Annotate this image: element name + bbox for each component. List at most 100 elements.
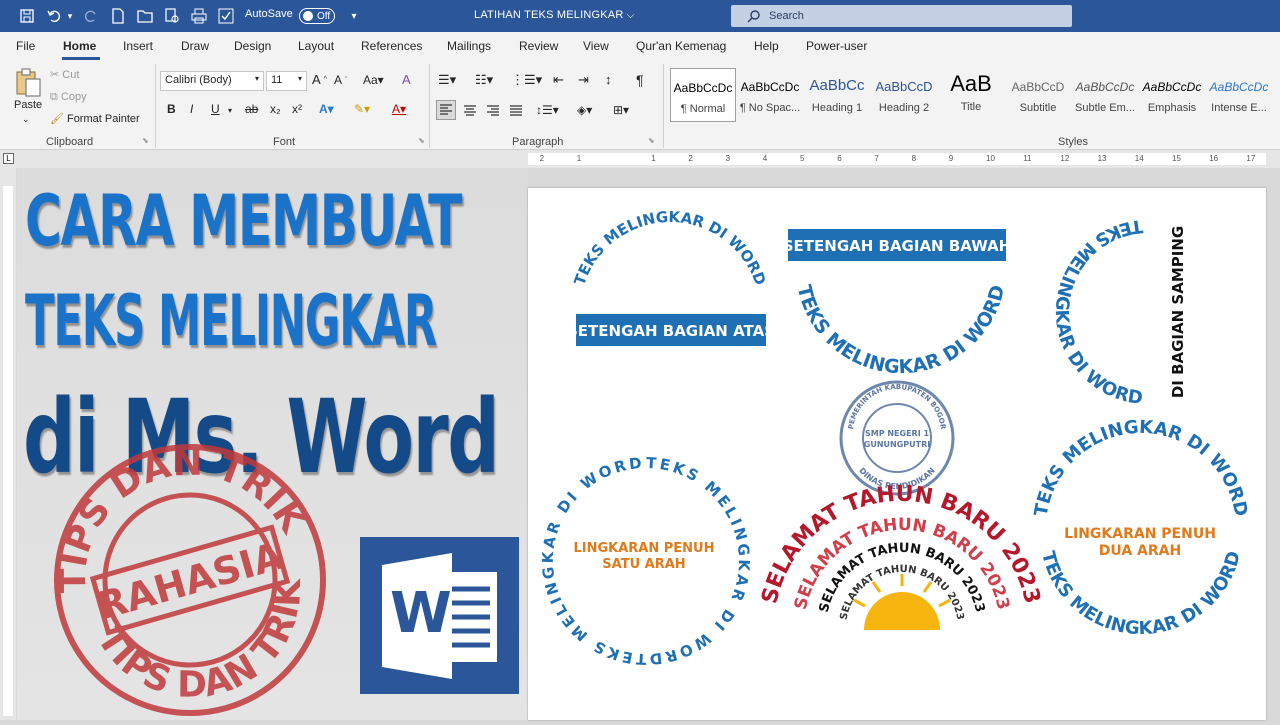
line-spacing-icon[interactable]: ↕☰▾ [536,103,559,117]
font-color-icon[interactable]: A▾ [392,102,406,116]
copy-button[interactable]: ⧉ Copy [50,91,87,104]
increase-indent-icon[interactable]: ⇥ [578,72,589,88]
justify-icon[interactable] [507,102,525,120]
circle-two-bottom-text[interactable]: TEKS MELINGKAR DI WORD [1037,549,1245,639]
circle-two-top-text[interactable]: TEKS MELINGKAR DI WORD [1031,417,1252,518]
style-subtle-emphasis[interactable]: AaBbCcDc Subtle Em... [1072,68,1138,122]
arc-bottom-text[interactable]: TEKS MELINGKAR DI WORD [793,283,1010,379]
tab-file[interactable]: File [16,39,35,53]
arc-top-text[interactable]: TEKS MELINGKAR DI WORD [570,208,769,288]
vertical-ruler[interactable] [0,168,16,720]
new-doc-icon[interactable] [108,6,128,26]
format-painter-button[interactable]: 🖌 Format Painter [50,112,140,126]
tab-layout[interactable]: Layout [298,39,334,53]
undo-dropdown-icon[interactable]: ▾ [64,6,76,26]
style-heading-2[interactable]: AaBbCcD Heading 2 [871,68,937,122]
headline-line-2: TEKS MELINGKAR [25,280,437,362]
open-icon[interactable] [135,6,155,26]
style-intense-emphasis[interactable]: AaBbCcDc Intense E... [1206,68,1272,122]
tab-insert[interactable]: Insert [123,39,153,53]
autosave-toggle[interactable]: Off [299,8,335,24]
circle-two-label-1[interactable]: LINGKARAN PENUH [1064,526,1216,542]
numbering-icon[interactable]: ☷▾ [475,72,493,88]
style-name: Subtle Em... [1075,102,1135,114]
shrink-font-icon[interactable]: Aˇ [334,73,347,87]
font-size-select[interactable]: 11 ▾ [266,71,307,91]
tab-review[interactable]: Review [519,39,558,53]
underline-button[interactable]: U [211,102,220,116]
highlight-icon[interactable]: ✎▾ [354,102,370,116]
paste-icon[interactable] [14,68,42,98]
clipboard-group-label: Clipboard [46,136,94,148]
arc-side-label[interactable]: DI BAGIAN SAMPING [1169,226,1187,398]
tab-draw[interactable]: Draw [181,39,209,53]
subscript-button[interactable]: x₂ [270,102,281,116]
style-title[interactable]: AaB Title [938,68,1004,122]
ruler-mark: 12 [1060,154,1070,163]
check-icon[interactable] [216,6,236,26]
tab-references[interactable]: References [361,39,422,53]
paste-button[interactable]: Paste [14,99,42,111]
school-seal[interactable]: PEMERINTAH KABUPATEN BOGOR DINAS PENDIDI… [839,380,955,496]
tab-design[interactable]: Design [234,39,271,53]
bold-button[interactable]: B [167,102,176,116]
style-subtitle[interactable]: AaBbCcD Subtitle [1005,68,1071,122]
strikethrough-button[interactable]: ab [245,102,258,116]
text-effects-icon[interactable]: A▾ [319,102,334,116]
arc-side-text[interactable]: TEKS MELINGKAR DI WORD [1051,215,1144,409]
tab-selector-icon[interactable]: L [3,153,14,164]
style-heading-1[interactable]: AaBbCc Heading 1 [804,68,870,122]
tab-view[interactable]: View [583,39,609,53]
tab-help[interactable]: Help [754,39,779,53]
save-icon[interactable] [17,6,37,26]
decrease-indent-icon[interactable]: ⇤ [553,72,564,88]
align-left-button[interactable] [436,100,456,120]
redo-icon[interactable] [81,6,101,26]
paste-dropdown-icon[interactable]: ⌄ [22,114,30,125]
italic-button[interactable]: I [190,102,193,116]
superscript-button[interactable]: x² [292,102,302,116]
cut-button[interactable]: ✂ Cut [50,68,79,81]
arc-top-label[interactable]: SETENGAH BAGIAN ATAS [567,322,775,340]
font-launcher-icon[interactable]: ⬊ [418,136,425,145]
sort-icon[interactable]: ↕ [605,72,612,87]
font-name-select[interactable]: Calibri (Body) ▾ [160,71,264,91]
change-case-icon[interactable]: Aa▾ [363,73,384,87]
circle-two-label-2[interactable]: DUA ARAH [1099,543,1181,559]
print-icon[interactable] [189,6,209,26]
search-box[interactable]: Search [731,5,1072,27]
tab-quran-kemenag[interactable]: Qur'an Kemenag [636,39,726,53]
style-normal[interactable]: AaBbCcDc ¶ Normal [670,68,736,122]
align-center-icon[interactable] [461,102,479,120]
bullets-icon[interactable]: ☰▾ [438,72,456,88]
pilcrow-icon[interactable]: ¶ [636,72,644,88]
brush-icon: 🖌 [50,113,64,125]
grow-font-icon[interactable]: A ^ [312,72,327,87]
style-sample: AaBbCcDc [1142,80,1202,94]
circle-one-label-2[interactable]: SATU ARAH [602,557,685,572]
chevron-down-icon[interactable]: ▾ [228,106,232,115]
align-right-icon[interactable] [484,102,502,120]
shading-icon[interactable]: ◈▾ [577,103,592,117]
style-name: ¶ No Spac... [739,102,801,114]
horizontal-ruler[interactable]: L 21123456789101112131415161718 [0,150,1280,168]
borders-icon[interactable]: ⊞▾ [613,103,629,117]
arc-bottom-label[interactable]: SETENGAH BAGIAN BAWAH [783,237,1012,255]
tab-power-user[interactable]: Power-user [806,39,867,53]
undo-icon[interactable] [44,6,64,26]
multilevel-list-icon[interactable]: ⋮☰▾ [511,72,542,88]
document-title[interactable]: LATIHAN TEKS MELINGKAR ⌵ [474,9,635,21]
circle-one-label-1[interactable]: LINGKARAN PENUH [573,541,714,556]
customize-icon[interactable]: ▾ [344,6,364,26]
clear-formatting-icon[interactable]: A [402,72,411,87]
tab-mailings[interactable]: Mailings [447,39,491,53]
print-preview-icon[interactable] [162,6,182,26]
tab-home[interactable]: Home [63,39,96,53]
style-emphasis[interactable]: AaBbCcDc Emphasis [1139,68,1205,122]
new-year-arc[interactable]: SELAMAT TAHUN BARU 2023 SELAMAT TAHUN BA… [757,482,1045,630]
clipboard-launcher-icon[interactable]: ⬊ [142,136,149,145]
paragraph-launcher-icon[interactable]: ⬊ [648,136,655,145]
document-page[interactable]: TEKS MELINGKAR DI WORD SETENGAH BAGIAN A… [528,188,1266,720]
vertical-ruler-track [3,186,13,716]
style-no-spacing[interactable]: AaBbCcDc ¶ No Spac... [737,68,803,122]
